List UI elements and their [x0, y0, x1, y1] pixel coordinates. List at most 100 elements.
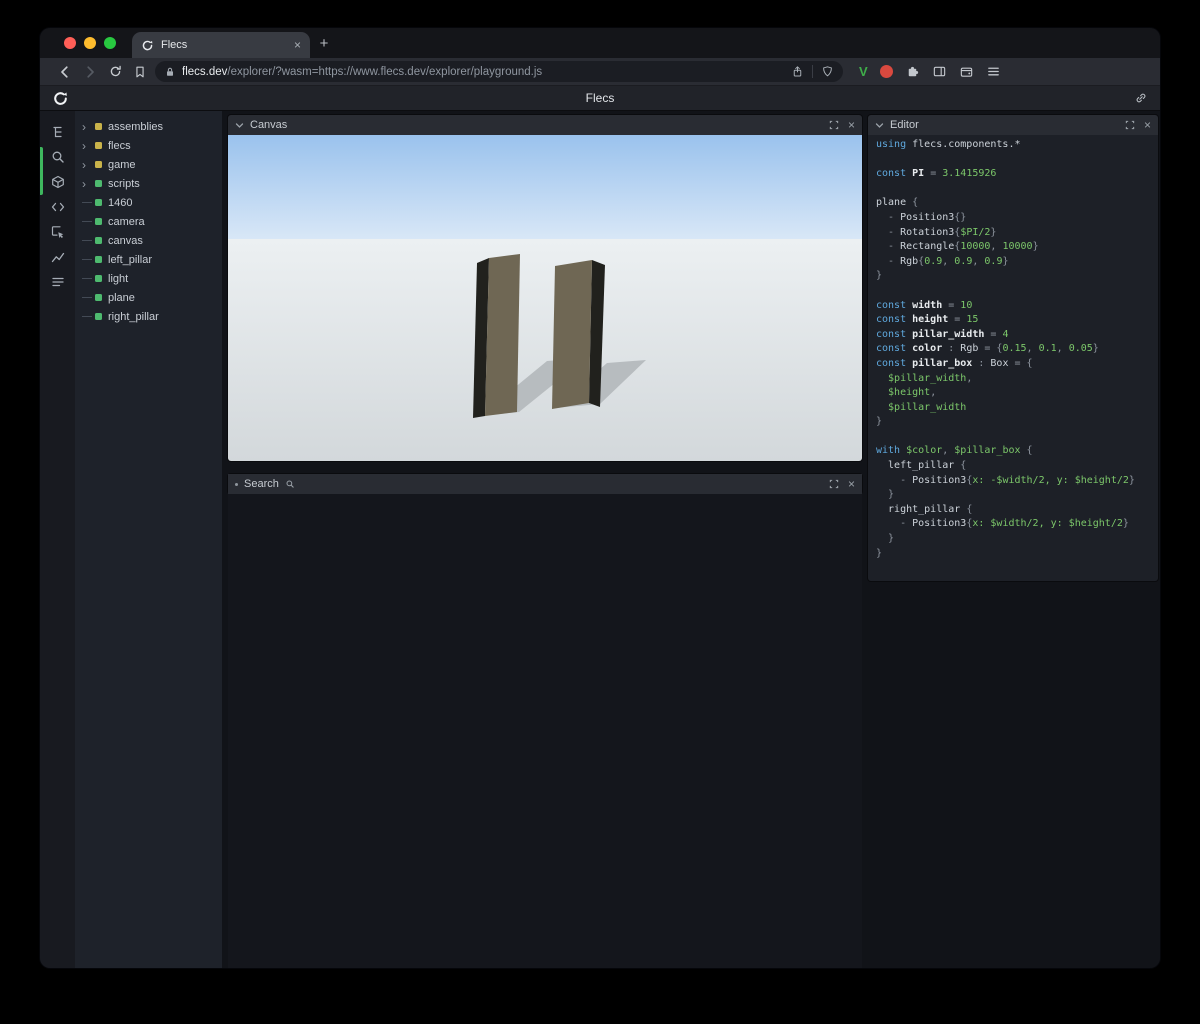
expand-chevron-icon[interactable]: ›: [82, 121, 92, 133]
editor-panel: Editor × using flecs.components.* const …: [868, 115, 1158, 581]
window-zoom-button[interactable]: [104, 37, 116, 49]
entity-label: game: [108, 158, 136, 171]
code-line: $height,: [876, 387, 937, 399]
reload-button[interactable]: [104, 61, 126, 83]
menu-icon[interactable]: [986, 64, 1001, 79]
collapse-chevron-icon[interactable]: [875, 122, 884, 129]
wallet-icon[interactable]: [959, 64, 974, 79]
tree-item-right_pillar[interactable]: right_pillar: [75, 307, 222, 326]
search-icon: [286, 480, 294, 488]
tree-item-camera[interactable]: camera: [75, 212, 222, 231]
entity-icon: [95, 218, 102, 225]
code-line: $pillar_width,: [876, 372, 973, 384]
back-button[interactable]: [54, 61, 76, 83]
shield-icon[interactable]: [821, 65, 834, 78]
address-bar[interactable]: flecs.dev/explorer/?wasm=https://www.fle…: [155, 61, 843, 82]
expand-chevron-icon[interactable]: ›: [82, 159, 92, 171]
tree-guide-line: [82, 278, 92, 279]
extension-red-icon[interactable]: [879, 65, 893, 78]
canvas-panel-header: Canvas ×: [228, 115, 862, 135]
tab-close-icon[interactable]: ×: [294, 39, 301, 51]
flecs-favicon-icon: [142, 40, 153, 50]
tree-guide-line: [82, 221, 92, 222]
window-close-button[interactable]: [64, 37, 76, 49]
entities-cube-tool-button[interactable]: [47, 171, 69, 193]
extension-v-button[interactable]: V: [859, 64, 868, 79]
tree-tool-button[interactable]: [47, 121, 69, 143]
entity-icon: [95, 161, 102, 168]
bookmark-icon[interactable]: [129, 61, 151, 83]
tree-item-plane[interactable]: plane: [75, 288, 222, 307]
tree-item-left_pillar[interactable]: left_pillar: [75, 250, 222, 269]
tree-guide-line: [82, 240, 92, 241]
new-tab-button[interactable]: +: [310, 30, 338, 56]
code-line: const width = 10: [876, 299, 973, 311]
tree-item-game[interactable]: › game: [75, 155, 222, 174]
entity-icon: [95, 256, 102, 263]
collapse-chevron-icon[interactable]: [235, 122, 244, 129]
chart-tool-button[interactable]: [47, 246, 69, 268]
code-area[interactable]: using flecs.components.* const PI = 3.14…: [868, 135, 1158, 581]
tree-guide-line: [82, 202, 92, 203]
canvas-panel-actions: ×: [829, 119, 855, 131]
code-line: }: [876, 270, 883, 282]
close-icon[interactable]: ×: [1144, 119, 1151, 131]
entity-label: flecs: [108, 139, 131, 152]
code-line: left_pillar {: [876, 460, 967, 472]
entity-icon: [95, 123, 102, 130]
code-line: - Rgb{0.9, 0.9, 0.9}: [876, 255, 1009, 267]
tab-flecs[interactable]: Flecs ×: [132, 32, 310, 58]
tree-item-scripts[interactable]: › scripts: [75, 174, 222, 193]
puzzle-extensions-icon[interactable]: [905, 64, 920, 79]
browser-toolbar: flecs.dev/explorer/?wasm=https://www.fle…: [40, 58, 1160, 86]
code-tool-button[interactable]: [47, 196, 69, 218]
entity-label: light: [108, 272, 129, 285]
search-tool-button[interactable]: [47, 146, 69, 168]
tree-item-assemblies[interactable]: › assemblies: [75, 117, 222, 136]
desktop-background: Flecs × + flecs.dev/explorer/?wasm=https…: [0, 0, 1200, 1024]
code-line: with $color, $pillar_box {: [876, 445, 1033, 457]
canvas-panel: Canvas ×: [228, 115, 862, 461]
editor-panel-header: Editor ×: [868, 115, 1158, 135]
search-panel-header: Search ×: [228, 474, 862, 494]
forward-button[interactable]: [79, 61, 101, 83]
tree-item-light[interactable]: light: [75, 269, 222, 288]
extensions-area: V: [859, 64, 1001, 79]
sidebar-toggle-icon[interactable]: [932, 64, 947, 79]
expand-icon[interactable]: [829, 120, 839, 130]
expand-icon[interactable]: [829, 479, 839, 489]
code-line: - Position3{x: -$width/2, y: $height/2}: [876, 474, 1135, 486]
code-line: - Rotation3{$PI/2}: [876, 226, 997, 238]
logs-tool-button[interactable]: [47, 271, 69, 293]
ground-plane: [228, 239, 862, 461]
tree-guide-line: [82, 259, 92, 260]
expand-chevron-icon[interactable]: ›: [82, 140, 92, 152]
tree-item-1460[interactable]: 1460: [75, 193, 222, 212]
app-body: › assemblies › flecs › game › scripts 1460 camera…: [40, 111, 1160, 968]
code-line: - Rectangle{10000, 10000}: [876, 241, 1039, 253]
tab-title: Flecs: [161, 39, 188, 51]
inspector-tool-button[interactable]: [47, 221, 69, 243]
entity-label: left_pillar: [108, 253, 153, 266]
code-line: const height = 15: [876, 314, 979, 326]
code-line: $pillar_width: [876, 401, 967, 413]
code-line: - Position3{x: $width/2, y: $height/2}: [876, 518, 1129, 530]
collapsed-dot-icon[interactable]: [235, 482, 238, 486]
expand-icon[interactable]: [1125, 120, 1135, 130]
code-line: }: [876, 533, 895, 545]
share-icon[interactable]: [791, 65, 804, 78]
tree-item-flecs[interactable]: › flecs: [75, 136, 222, 155]
close-icon[interactable]: ×: [848, 478, 855, 490]
expand-chevron-icon[interactable]: ›: [82, 178, 92, 190]
code-line: const PI = 3.1415926: [876, 168, 997, 180]
tree-item-canvas[interactable]: canvas: [75, 231, 222, 250]
search-panel-title: Search: [244, 478, 279, 490]
share-link-icon[interactable]: [1134, 91, 1148, 105]
close-icon[interactable]: ×: [848, 119, 855, 131]
code-line: right_pillar {: [876, 503, 973, 515]
3d-scene-viewport[interactable]: [228, 135, 862, 461]
tool-strip: [40, 111, 75, 968]
editor-panel-title: Editor: [890, 119, 919, 131]
window-minimize-button[interactable]: [84, 37, 96, 49]
